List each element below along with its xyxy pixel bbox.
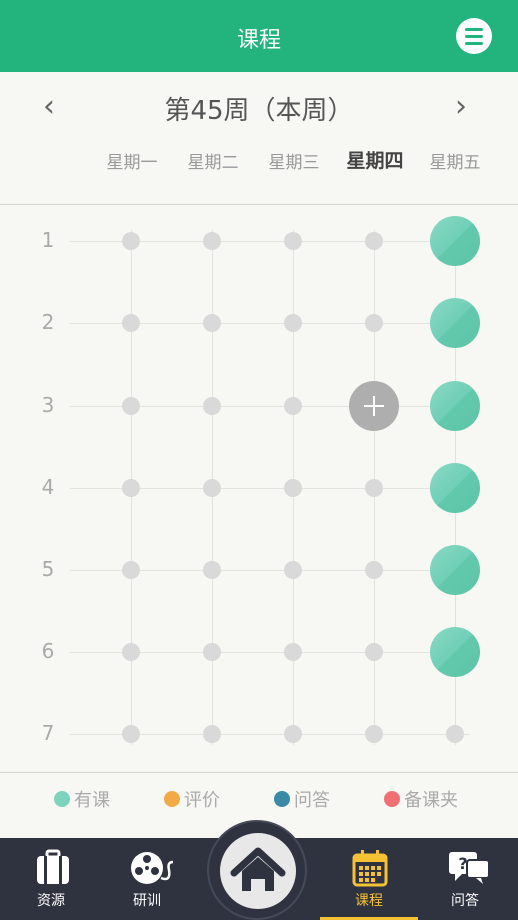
day-label-thu: 星期四 [346, 150, 404, 172]
svg-text:?: ? [458, 854, 467, 873]
empty-slot[interactable] [365, 643, 383, 661]
question-chat-icon: ? [449, 852, 490, 884]
empty-slot[interactable] [446, 725, 464, 743]
empty-slot[interactable] [122, 314, 140, 332]
menu-icon[interactable] [456, 18, 492, 54]
empty-slot[interactable] [203, 643, 221, 661]
empty-slot[interactable] [122, 232, 140, 250]
home-icon [230, 847, 286, 891]
divider [0, 204, 518, 205]
empty-slot[interactable] [284, 643, 302, 661]
film-reel-icon [131, 852, 174, 884]
empty-slot[interactable] [284, 232, 302, 250]
tab-courses[interactable]: 课程 [320, 838, 418, 920]
empty-slot[interactable] [365, 725, 383, 743]
empty-slot[interactable] [203, 314, 221, 332]
day-label-tue: 星期二 [187, 153, 239, 173]
period-number: 2 [41, 310, 55, 334]
empty-slot[interactable] [203, 479, 221, 497]
empty-slot[interactable] [284, 397, 302, 415]
add-course-button[interactable] [349, 381, 399, 431]
course-slot[interactable] [430, 381, 480, 431]
tab-training[interactable]: 研训 [102, 838, 192, 920]
week-title: 第45周（本周） [164, 96, 354, 126]
top-bar: 课程 [0, 0, 518, 72]
tab-label: 问答 [451, 893, 479, 909]
empty-slot[interactable] [284, 725, 302, 743]
calendar-icon [352, 850, 388, 887]
empty-slot[interactable] [203, 397, 221, 415]
empty-slot[interactable] [365, 232, 383, 250]
empty-slot[interactable] [122, 561, 140, 579]
legend-item: 评价 [164, 784, 220, 814]
legend-label: 评价 [184, 790, 220, 811]
next-week-button[interactable]: › [446, 92, 476, 122]
empty-slot[interactable] [365, 561, 383, 579]
course-slot[interactable] [430, 627, 480, 677]
empty-slot[interactable] [284, 314, 302, 332]
empty-slot[interactable] [365, 314, 383, 332]
legend-item: 备课夹 [384, 784, 458, 814]
home-button[interactable] [220, 833, 296, 909]
empty-slot[interactable] [122, 479, 140, 497]
period-number: 1 [41, 228, 55, 252]
period-number: 7 [41, 721, 55, 745]
day-label-mon: 星期一 [106, 153, 158, 173]
legend-item: 有课 [54, 784, 110, 814]
empty-slot[interactable] [365, 479, 383, 497]
period-number: 3 [41, 393, 55, 417]
legend-dot [274, 791, 290, 807]
tab-qa[interactable]: ? 问答 [420, 838, 510, 920]
empty-slot[interactable] [203, 561, 221, 579]
day-label-fri: 星期五 [429, 153, 481, 173]
tab-resources[interactable]: 资源 [6, 838, 96, 920]
empty-slot[interactable] [122, 643, 140, 661]
legend-label: 问答 [294, 790, 330, 811]
legend-dot [54, 791, 70, 807]
empty-slot[interactable] [122, 397, 140, 415]
empty-slot[interactable] [122, 725, 140, 743]
period-number: 6 [41, 639, 55, 663]
divider [0, 772, 518, 773]
course-slot[interactable] [430, 463, 480, 513]
legend-item: 问答 [274, 784, 330, 814]
period-number: 5 [41, 557, 55, 581]
day-label-wed: 星期三 [268, 153, 320, 173]
course-slot[interactable] [430, 216, 480, 266]
tab-label: 资源 [37, 893, 65, 909]
empty-slot[interactable] [284, 479, 302, 497]
course-slot[interactable] [430, 298, 480, 348]
legend-label: 备课夹 [404, 790, 458, 811]
empty-slot[interactable] [284, 561, 302, 579]
legend-label: 有课 [74, 790, 110, 811]
course-slot[interactable] [430, 545, 480, 595]
tab-label: 研训 [133, 893, 161, 909]
empty-slot[interactable] [203, 232, 221, 250]
tab-label: 课程 [355, 893, 383, 909]
empty-slot[interactable] [203, 725, 221, 743]
period-number: 4 [41, 475, 55, 499]
suitcase-icon [37, 849, 69, 884]
page-title: 课程 [236, 28, 281, 53]
legend-dot [384, 791, 400, 807]
legend-dot [164, 791, 180, 807]
